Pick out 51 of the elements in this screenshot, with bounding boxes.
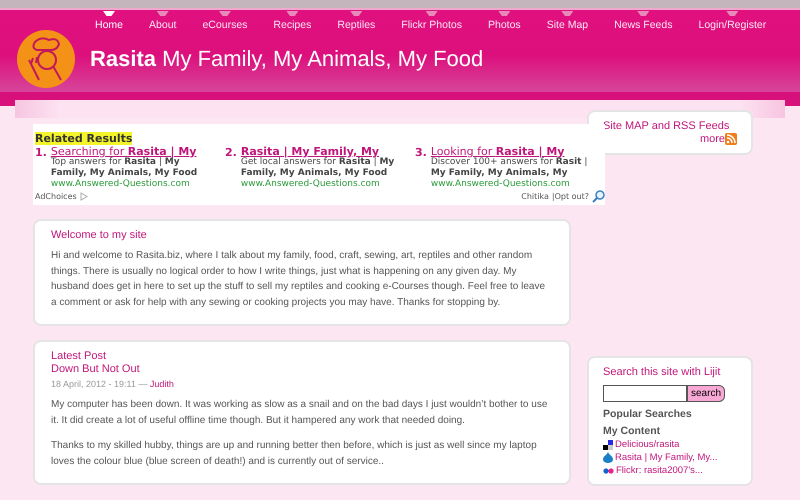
ad-url: www.Answered-Questions.com	[240, 179, 381, 190]
post-paragraph: My computer has been down. It was working as slow as a snail and on the bad days I just wouldn’t bother to use it. It did create a lot of useful offline time though. But it hampered any work that needed doing.	[51, 398, 548, 428]
adchoices-label[interactable]: AdChoices	[35, 192, 77, 201]
nav-link[interactable]: Photos	[488, 19, 521, 32]
nav-link[interactable]: About	[149, 19, 176, 32]
post-title-link[interactable]: Down But Not Out	[51, 363, 553, 376]
nav-link[interactable]: Reptiles	[337, 19, 376, 32]
post-date: 18 April, 2012 - 19:11 —	[51, 379, 148, 389]
popular-searches-heading: Popular Searches	[603, 408, 693, 420]
content-link[interactable]: Flickr: rasita2007's...	[616, 465, 703, 476]
content-link[interactable]: Rasita | My Family, My...	[615, 452, 718, 463]
ad-link[interactable]: Looking for Rasita | My	[430, 146, 595, 157]
nav-link[interactable]: eCourses	[202, 19, 248, 32]
ad-description: Get local answers for Rasita | My Family, My Animals, My Food	[240, 157, 396, 179]
search-field[interactable]	[603, 385, 687, 402]
more-link[interactable]: more	[700, 133, 725, 145]
opt-out-link[interactable]: |Opt out?	[552, 192, 589, 201]
ad-url: www.Answered-Questions.com	[50, 179, 191, 190]
ad-number: 1.	[35, 146, 47, 161]
welcome-heading: Welcome to my site	[51, 229, 148, 242]
site-title: Rasita My Family, My Animals, My Food	[90, 46, 484, 72]
nav-link[interactable]: News Feeds	[614, 19, 672, 32]
ad-description: Top answers for Rasita | My Family, My Animals, My Food	[50, 157, 198, 179]
content-link[interactable]: Delicious/rasita	[615, 439, 680, 450]
nav-link[interactable]: Login/Register	[698, 19, 766, 32]
search-button[interactable]: search	[687, 385, 726, 402]
search-icon	[592, 190, 605, 203]
dots-icon	[603, 468, 614, 474]
ad-link[interactable]: Rasita | My Family, My	[240, 146, 405, 157]
my-content-heading: My Content	[603, 425, 662, 437]
welcome-text: Hi and welcome to Rasita.biz, where I talk about my family, food, craft, sewing, art, reptiles and other random things. There is usually no logical order to how I write things, just what is happening on any given day. My husband does get in here to set up the stuff to sell my reptiles and cooking e-Courses though. Feel free to leave a comment or ask for help with any sewing or cooking projects you may have. Thanks for stopping by.	[51, 249, 546, 310]
provider-label: Chitika	[521, 192, 549, 201]
ad-number: 2.	[225, 146, 237, 161]
chef-logo-icon	[17, 30, 75, 88]
drop-icon	[603, 452, 613, 463]
nav-link[interactable]: Site Map	[546, 19, 588, 32]
play-triangle-icon	[80, 192, 88, 201]
nav-link[interactable]: Flickr Photos	[401, 19, 462, 32]
ad-link[interactable]: Searching for Rasita | My	[50, 146, 215, 157]
ad-number: 3.	[415, 146, 427, 161]
ad-description: Discover 100+ answers for Rasit | My Family, My Animals, My	[430, 157, 588, 179]
rss-icon	[725, 133, 737, 145]
search-heading: Search this site with Lijit	[603, 366, 722, 379]
post-paragraph: Thanks to my skilled hubby, things are up and running better then before, which is just as well since my laptop loves the colour blue (blue screen of death!) and is currently out of service..	[51, 439, 538, 468]
latest-post-heading: Latest Post	[51, 350, 108, 363]
squares-icon	[603, 440, 613, 450]
ads-heading: Related Results	[35, 132, 132, 145]
nav-link[interactable]: Recipes	[273, 19, 312, 32]
nav-link[interactable]: Home	[95, 19, 124, 32]
author-link[interactable]: Judith	[150, 379, 174, 389]
ad-url: www.Answered-Questions.com	[430, 179, 571, 190]
